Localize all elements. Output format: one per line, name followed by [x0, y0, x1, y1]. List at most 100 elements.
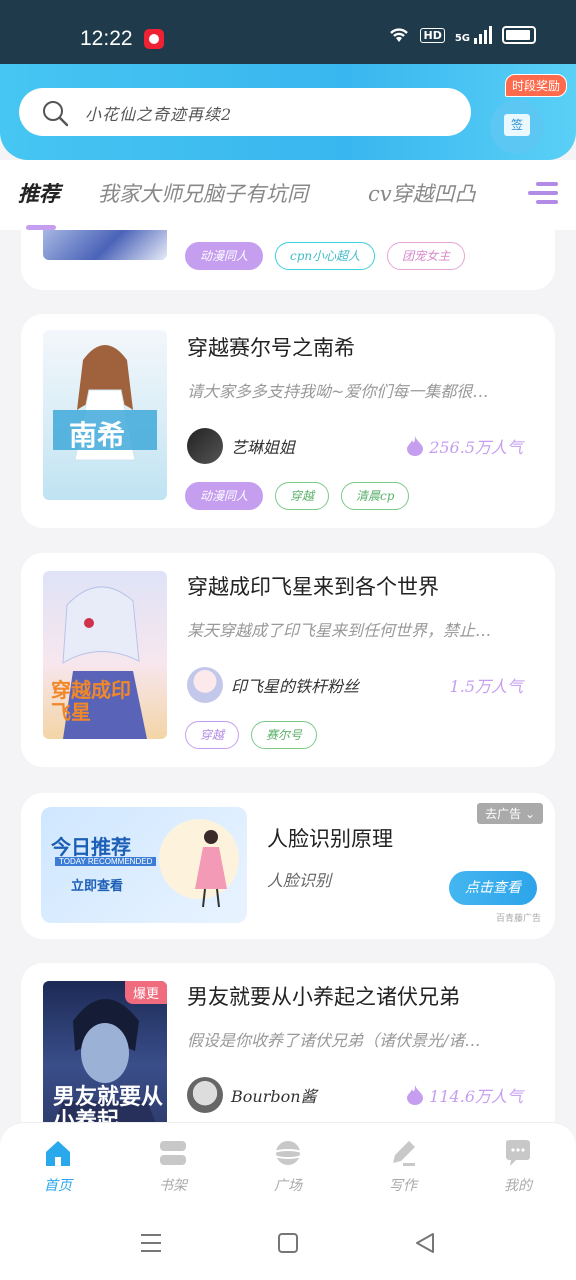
search-placeholder: 小花仙之奇迹再续2	[85, 105, 233, 124]
story-description: 假设是你收养了诸伏兄弟（诸伏景光/诸…	[187, 1031, 481, 1050]
author[interactable]: 艺琳姐姐	[187, 428, 295, 464]
tab-category-3[interactable]: cv穿越凹凸	[368, 178, 476, 208]
tag[interactable]: 动漫同人	[185, 482, 264, 510]
planet-icon	[272, 1141, 304, 1165]
story-title[interactable]: 穿越成印飞星来到各个世界	[187, 571, 439, 601]
ad-subtitle: 人脸识别	[267, 871, 332, 890]
cover-title: 南希	[69, 419, 126, 452]
ad-banner[interactable]: 今日推荐 TODAY RECOMMENDED 立即查看	[41, 807, 247, 923]
flame-icon	[407, 436, 424, 456]
search-icon	[43, 101, 69, 127]
flame-icon	[407, 1085, 424, 1105]
back-icon[interactable]	[414, 1232, 436, 1254]
home-icon	[46, 1141, 70, 1166]
pen-icon	[393, 1141, 415, 1166]
story-cover: 穿越成印飞星	[43, 571, 167, 739]
tag-list: 穿越 赛尔号	[185, 721, 318, 749]
home-button-icon[interactable]	[277, 1232, 299, 1254]
popularity-count: 256.5万人气	[429, 438, 523, 457]
tag[interactable]: 动漫同人	[185, 242, 264, 270]
ad-figure-illustration	[195, 830, 227, 908]
header: 小花仙之奇迹再续2 签 时段奖励	[0, 64, 576, 160]
nav-label: 我的	[504, 1178, 532, 1194]
menu-icon[interactable]	[140, 1232, 162, 1254]
wifi-icon	[388, 27, 410, 43]
story-title[interactable]: 穿越赛尔号之南希	[187, 332, 355, 362]
remove-ad-label: 去广告	[485, 807, 522, 821]
ad-banner-cta: 立即查看	[71, 878, 124, 893]
tag[interactable]: 穿越	[275, 482, 330, 510]
ad-card[interactable]: 今日推荐 TODAY RECOMMENDED 立即查看 人脸识别原理 人脸识别 …	[21, 793, 555, 939]
popularity: 256.5万人气	[407, 434, 523, 458]
ad-source-note: 百青藤广告	[495, 914, 541, 924]
popularity: 1.5万人气	[450, 673, 523, 697]
cover-title: 男友就要从小养起	[53, 1084, 164, 1122]
category-tabs: 推荐 我家大师兄脑子有坑同 cv穿越凹凸	[0, 160, 576, 230]
ad-banner-title: 今日推荐	[51, 837, 131, 859]
story-cover: 南希	[43, 330, 167, 500]
author-name: 印飞星的铁杆粉丝	[231, 677, 360, 696]
avatar	[187, 428, 223, 464]
time-bonus-badge[interactable]: 时段奖励	[505, 74, 568, 97]
chat-bubble-icon	[506, 1140, 530, 1166]
hd-icon: HD	[420, 27, 445, 43]
popularity: 114.6万人气	[407, 1083, 523, 1107]
ad-title[interactable]: 人脸识别原理	[267, 823, 393, 853]
status-time: 12:22	[80, 27, 133, 50]
category-menu-icon[interactable]	[528, 180, 558, 206]
avatar	[187, 1077, 223, 1113]
hot-update-badge: 爆更	[124, 981, 167, 1004]
nav-profile[interactable]: 我的	[478, 1137, 558, 1195]
ad-view-button[interactable]: 点击查看	[449, 871, 537, 905]
nav-label: 首页	[44, 1178, 72, 1194]
tag[interactable]: 穿越	[185, 721, 240, 749]
nav-label: 写作	[389, 1178, 417, 1194]
bottom-nav: 首页 书架 广场 写作 我的	[0, 1122, 576, 1208]
author[interactable]: 印飞星的铁杆粉丝	[187, 667, 359, 703]
battery-icon	[502, 26, 536, 44]
cover-title: 穿越成印飞星	[51, 678, 131, 724]
tab-recommend[interactable]: 推荐	[18, 178, 60, 208]
status-bar: 12:22 HD 5G	[0, 0, 576, 64]
tag[interactable]: 清晨cp	[341, 482, 410, 510]
tab-category-2[interactable]: 我家大师兄脑子有坑同	[98, 178, 308, 208]
story-title[interactable]: 男友就要从小养起之诸伏兄弟	[187, 981, 460, 1011]
remove-ad-button[interactable]: 去广告 ⌄	[477, 803, 543, 824]
nav-label: 书架	[159, 1178, 187, 1194]
status-icons: HD 5G	[388, 26, 536, 44]
sign-in-button[interactable]: 签	[490, 100, 544, 154]
tag[interactable]: 赛尔号	[251, 721, 318, 749]
screen-record-icon	[144, 29, 164, 49]
popularity-count: 1.5万人气	[449, 677, 523, 696]
ad-banner-subtitle: TODAY RECOMMENDED	[55, 857, 157, 866]
sign-in-gift-icon: 签	[504, 114, 530, 136]
story-card[interactable]: 动漫同人 cpn小心超人 团宠女主	[21, 230, 555, 290]
story-description: 请大家多多支持我呦~爱你们每一集都很…	[187, 382, 489, 401]
story-card[interactable]: 南希 穿越赛尔号之南希 请大家多多支持我呦~爱你们每一集都很… 艺琳姐姐 256…	[21, 314, 555, 528]
bookshelf-icon	[160, 1141, 186, 1165]
author[interactable]: Bourbon酱	[187, 1077, 317, 1113]
story-description: 某天穿越成了印飞星来到任何世界，禁止…	[187, 621, 492, 640]
popularity-count: 114.6万人气	[429, 1087, 523, 1106]
nav-write[interactable]: 写作	[363, 1137, 443, 1195]
nav-bookshelf[interactable]: 书架	[133, 1137, 213, 1195]
tag[interactable]: cpn小心超人	[275, 242, 376, 270]
story-card[interactable]: 爆更 男友就要从小养起 男友就要从小养起之诸伏兄弟 假设是你收养了诸伏兄弟（诸伏…	[21, 963, 555, 1122]
story-card[interactable]: 穿越成印飞星 穿越成印飞星来到各个世界 某天穿越成了印飞星来到任何世界，禁止… …	[21, 553, 555, 767]
tag[interactable]: 团宠女主	[387, 242, 466, 270]
story-list: 动漫同人 cpn小心超人 团宠女主 南希 穿越赛尔号之南希 请大家多多支持我呦~…	[0, 230, 576, 1122]
author-name: 艺琳姐姐	[231, 438, 296, 457]
story-cover	[43, 230, 167, 260]
nav-label: 广场	[274, 1178, 302, 1194]
tag-list: 动漫同人 cpn小心超人 团宠女主	[185, 242, 466, 270]
system-nav-bar	[0, 1208, 576, 1280]
nav-plaza[interactable]: 广场	[248, 1137, 328, 1195]
story-cover: 爆更 男友就要从小养起	[43, 981, 167, 1122]
search-bar[interactable]: 小花仙之奇迹再续2	[19, 88, 471, 136]
chevron-down-icon: ⌄	[524, 807, 535, 821]
signal-icon: 5G	[455, 26, 492, 44]
author-name: Bourbon酱	[231, 1087, 317, 1106]
network-type: 5G	[454, 33, 470, 44]
nav-home[interactable]: 首页	[18, 1137, 98, 1195]
tag-list: 动漫同人 穿越 清晨cp	[185, 482, 410, 510]
